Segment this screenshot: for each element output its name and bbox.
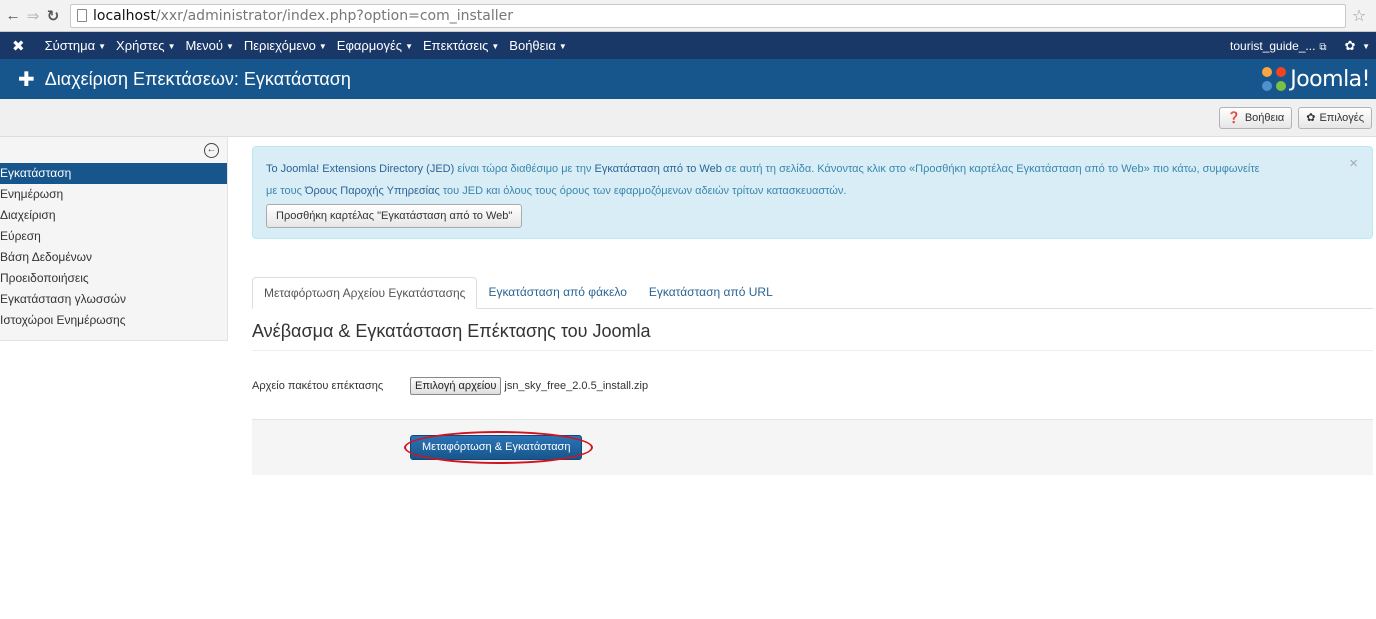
sidebar-item-discover[interactable]: Εύρεση [0, 226, 227, 247]
sidebar-item-manage[interactable]: Διαχείριση [0, 205, 227, 226]
caret-down-icon: ▼ [225, 42, 234, 52]
caret-down-icon: ▼ [405, 42, 413, 52]
address-bar[interactable]: localhost/xxr/administrator/index.php?op… [70, 3, 1346, 28]
install-from-web-link[interactable]: Εγκατάσταση από το Web [595, 163, 722, 175]
joomla-logo: Joomla! [1262, 67, 1370, 92]
close-icon[interactable]: × [1349, 153, 1358, 175]
form-actions: Μεταφόρτωση & Εγκατάσταση [252, 419, 1373, 475]
install-tabs: Μεταφόρτωση Αρχείου Εγκατάστασης Εγκατάσ… [252, 277, 1373, 309]
tab-install-from-url[interactable]: Εγκατάσταση από URL [638, 277, 784, 308]
sidebar-item-install-languages[interactable]: Εγκατάσταση γλωσσών [0, 289, 227, 310]
page-header: ✚ Διαχείριση Επεκτάσεων: Εγκατάσταση Joo… [0, 59, 1376, 99]
choose-file-button[interactable]: Επιλογή αρχείου [410, 377, 502, 395]
url-host: localhost [93, 7, 156, 24]
external-link-icon: ⧉ [1319, 41, 1327, 53]
package-file-field: Αρχείο πακέτου επέκτασης Επιλογή αρχείου… [252, 377, 1373, 395]
package-file-label: Αρχείο πακέτου επέκτασης [252, 380, 384, 392]
tab-install-from-folder[interactable]: Εγκατάσταση από φάκελο [477, 277, 637, 308]
sidebar-item-warnings[interactable]: Προειδοποιήσεις [0, 268, 227, 289]
sidebar-item-database[interactable]: Βάση Δεδομένων [0, 247, 227, 268]
menu-content[interactable]: Περιεχόμενο ▼ [244, 38, 327, 53]
page-icon [77, 9, 87, 22]
url-path: /xxr/administrator/index.php?option=com_… [155, 7, 514, 24]
caret-down-icon: ▼ [491, 42, 500, 52]
site-link[interactable]: tourist_guide_... ⧉ [1230, 39, 1327, 53]
question-circle-icon: ❓ [1227, 112, 1241, 124]
section-title: Ανέβασμα & Εγκατάσταση Επέκτασης του Joo… [252, 321, 1373, 351]
caret-down-icon: ▼ [558, 42, 567, 52]
caret-down-icon: ▼ [98, 42, 107, 52]
sidebar: ← Εγκατάσταση Ενημέρωση Διαχείριση Εύρεσ… [0, 137, 228, 341]
alert-line-2: με τους Όρους Παροχής Υπηρεσίας του JED … [266, 185, 847, 197]
collapse-sidebar-icon[interactable]: ← [204, 143, 219, 158]
joomla-menu-logo-icon[interactable]: ✖ [12, 37, 25, 55]
main-content: × Το Joomla! Extensions Directory (JED) … [228, 137, 1376, 475]
sidebar-item-install[interactable]: Εγκατάσταση [0, 163, 227, 184]
bookmark-star-icon[interactable]: ☆ [1346, 6, 1372, 26]
menu-users[interactable]: Χρήστες ▼ [116, 38, 175, 53]
puzzle-icon: ✚ [18, 68, 35, 91]
add-install-from-web-tab-button[interactable]: Προσθήκη καρτέλας "Εγκατάσταση από το We… [266, 204, 523, 228]
page-title: Διαχείριση Επεκτάσεων: Εγκατάσταση [44, 68, 351, 89]
browser-toolbar: ← ⇒ ↻ localhost/xxr/administrator/index.… [0, 0, 1376, 32]
gear-icon: ✿ [1306, 112, 1316, 124]
options-button[interactable]: ✿ Επιλογές [1298, 106, 1372, 129]
reload-icon[interactable]: ↻ [44, 7, 62, 25]
joomla-logo-icon [1262, 67, 1287, 91]
upload-and-install-button[interactable]: Μεταφόρτωση & Εγκατάσταση [410, 435, 583, 460]
forward-icon[interactable]: ⇒ [24, 7, 42, 25]
user-menu-gear-icon[interactable]: ✿ ▼ [1345, 38, 1370, 54]
selected-filename: jsn_sky_free_2.0.5_install.zip [504, 380, 649, 392]
sidebar-item-update-sites[interactable]: Ιστοχώροι Ενημέρωσης [0, 310, 227, 331]
help-button[interactable]: ❓ Βοήθεια [1219, 106, 1293, 129]
toolbar: ❓ Βοήθεια ✿ Επιλογές [0, 99, 1376, 137]
menu-extensions[interactable]: Επεκτάσεις ▼ [423, 38, 499, 53]
jed-info-alert: × Το Joomla! Extensions Directory (JED) … [252, 146, 1373, 239]
menu-help[interactable]: Βοήθεια ▼ [509, 38, 566, 53]
tab-upload-package[interactable]: Μεταφόρτωση Αρχείου Εγκατάστασης [252, 277, 478, 309]
menu-system[interactable]: Σύστημα ▼ [45, 38, 106, 53]
back-icon[interactable]: ← [4, 7, 22, 24]
caret-down-icon: ▼ [318, 42, 327, 52]
caret-down-icon: ▼ [167, 42, 176, 52]
alert-line-1: Το Joomla! Extensions Directory (JED) εί… [266, 163, 1260, 175]
menu-menus[interactable]: Μενού ▼ [185, 38, 233, 53]
terms-of-service-link[interactable]: Όρους Παροχής Υπηρεσίας [305, 185, 440, 197]
admin-menu-bar: ✖ Σύστημα ▼ Χρήστες ▼ Μενού ▼ Περιεχόμενο ▼ … [0, 32, 1376, 59]
sidebar-item-update[interactable]: Ενημέρωση [0, 184, 227, 205]
menu-components[interactable]: Εφαρμογές ▼ [337, 38, 413, 53]
jed-link[interactable]: Το Joomla! Extensions Directory (JED) [266, 163, 454, 175]
